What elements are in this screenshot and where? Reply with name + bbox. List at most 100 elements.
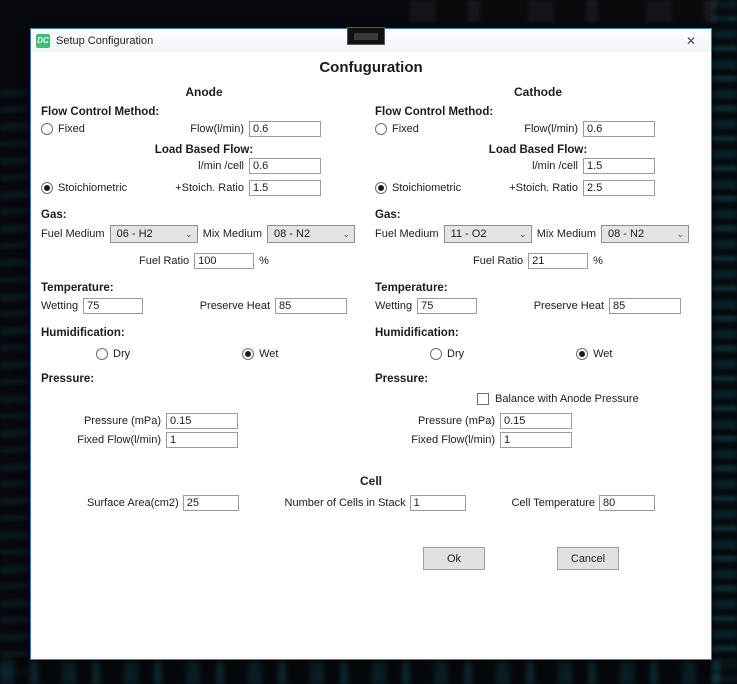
cathode-preserve-heat-input[interactable] <box>609 298 681 314</box>
cell-header: Cell <box>39 474 703 488</box>
cathode-flow-label: Flow(l/min) <box>524 123 578 135</box>
radio-icon <box>375 123 387 135</box>
anode-preserve-heat-label: Preserve Heat <box>200 300 270 312</box>
cathode-fuel-ratio-input[interactable] <box>528 253 588 269</box>
cathode-per-cell-label: l/min /cell <box>532 160 578 172</box>
anode-stoich-ratio-label: +Stoich. Ratio <box>175 182 244 194</box>
overlay-widget-handle <box>354 33 378 40</box>
anode-dry-label: Dry <box>113 348 130 360</box>
radio-icon <box>576 348 588 360</box>
anode-temperature-row: Wetting Preserve Heat <box>41 298 367 314</box>
anode-mix-medium-value: 08 - N2 <box>274 228 310 240</box>
radio-icon <box>242 348 254 360</box>
anode-flow-input[interactable] <box>249 121 321 137</box>
balance-with-anode-checkbox[interactable]: Balance with Anode Pressure <box>477 393 639 405</box>
cathode-dry-radio[interactable]: Dry <box>430 348 464 360</box>
anode-fuel-medium-select[interactable]: 06 - H2 ⌄ <box>110 225 198 243</box>
cathode-temperature-row: Wetting Preserve Heat <box>375 298 701 314</box>
cathode-pressure-input[interactable] <box>500 413 572 429</box>
anode-header: Anode <box>41 85 367 99</box>
radio-icon <box>375 182 387 194</box>
background-wallpaper-bottom <box>0 660 737 684</box>
background-wallpaper-top <box>410 0 730 22</box>
background-wallpaper-right <box>711 0 737 684</box>
setup-configuration-window: DC Setup Configuration ✕ Confuguration A… <box>30 28 712 660</box>
anode-wetting-label: Wetting <box>41 300 78 312</box>
cell-temperature-label: Cell Temperature <box>511 497 595 509</box>
app-icon: DC <box>36 34 50 48</box>
button-row: Ok Cancel <box>39 547 703 570</box>
cathode-stoich-ratio-input[interactable] <box>583 180 655 196</box>
anode-preserve-heat-input[interactable] <box>275 298 347 314</box>
cell-row: Surface Area(cm2) Number of Cells in Sta… <box>39 495 703 511</box>
cells-in-stack-input[interactable] <box>410 495 466 511</box>
cathode-fuel-medium-select[interactable]: 11 - O2 ⌄ <box>444 225 532 243</box>
cancel-button[interactable]: Cancel <box>557 547 619 570</box>
cathode-humidification-label: Humidification: <box>375 327 701 339</box>
anode-flow-control-label: Flow Control Method: <box>41 106 367 118</box>
cathode-fuel-ratio-row: Fuel Ratio % <box>375 253 701 269</box>
anode-per-cell-label: l/min /cell <box>198 160 244 172</box>
anode-fuel-ratio-input[interactable] <box>194 253 254 269</box>
cathode-fuel-medium-value: 11 - O2 <box>451 228 487 240</box>
cathode-wetting-label: Wetting <box>375 300 412 312</box>
anode-fuel-ratio-row: Fuel Ratio % <box>41 253 367 269</box>
screen-overlay-widget[interactable] <box>347 27 385 45</box>
radio-icon <box>41 182 53 194</box>
cathode-flow-input[interactable] <box>583 121 655 137</box>
cathode-fixed-radio[interactable]: Fixed <box>375 123 419 135</box>
cathode-mix-medium-select[interactable]: 08 - N2 ⌄ <box>601 225 689 243</box>
cathode-wet-radio[interactable]: Wet <box>576 348 612 360</box>
anode-pressure-input[interactable] <box>166 413 238 429</box>
cathode-balance-row: Balance with Anode Pressure <box>375 390 701 408</box>
background-wallpaper-left <box>0 90 30 684</box>
anode-dry-radio[interactable]: Dry <box>96 348 130 360</box>
anode-wetting-input[interactable] <box>83 298 143 314</box>
cathode-fuel-medium-label: Fuel Medium <box>375 228 439 240</box>
anode-fixed-row: Fixed Flow(l/min) <box>41 121 367 137</box>
surface-area-label: Surface Area(cm2) <box>87 497 179 509</box>
cathode-load-based-label: Load Based Flow: <box>375 144 701 156</box>
cathode-preserve-heat-label: Preserve Heat <box>534 300 604 312</box>
window-title: Setup Configuration <box>56 35 153 47</box>
anode-pressure-label: Pressure: <box>41 373 367 385</box>
anode-fixed-radio[interactable]: Fixed <box>41 123 85 135</box>
cathode-gas-label: Gas: <box>375 209 701 221</box>
anode-per-cell-input[interactable] <box>249 158 321 174</box>
cathode-fixed-flow-input[interactable] <box>500 432 572 448</box>
cell-temperature-input[interactable] <box>599 495 655 511</box>
cathode-stoichiometric-radio[interactable]: Stoichiometric <box>375 182 461 194</box>
cathode-pressure-field-label: Pressure (mPa) <box>375 415 495 427</box>
cathode-wet-label: Wet <box>593 348 612 360</box>
dialog-content: Confuguration Anode Flow Control Method:… <box>31 52 711 570</box>
anode-fixed-flow-row: Fixed Flow(l/min) <box>41 432 367 448</box>
anode-mix-medium-select[interactable]: 08 - N2 ⌄ <box>267 225 355 243</box>
cathode-dry-label: Dry <box>447 348 464 360</box>
anode-wet-radio[interactable]: Wet <box>242 348 278 360</box>
cathode-mix-medium-value: 08 - N2 <box>608 228 644 240</box>
cathode-fuel-ratio-label: Fuel Ratio <box>473 255 523 267</box>
cathode-medium-row: Fuel Medium 11 - O2 ⌄ Mix Medium 08 - N2… <box>375 225 701 243</box>
cathode-flow-control-label: Flow Control Method: <box>375 106 701 118</box>
surface-area-input[interactable] <box>183 495 239 511</box>
close-icon[interactable]: ✕ <box>676 30 706 51</box>
cathode-fixed-label: Fixed <box>392 123 419 135</box>
cathode-fixed-flow-row: Fixed Flow(l/min) <box>375 432 701 448</box>
anode-pressure-spacer <box>41 390 367 408</box>
cells-in-stack-label: Number of Cells in Stack <box>285 497 406 509</box>
ok-button[interactable]: Ok <box>423 547 485 570</box>
anode-per-cell-row: l/min /cell <box>41 158 367 174</box>
cathode-per-cell-input[interactable] <box>583 158 655 174</box>
anode-stoich-ratio-input[interactable] <box>249 180 321 196</box>
anode-pressure-row: Pressure (mPa) <box>41 413 367 429</box>
anode-stoichiometric-radio[interactable]: Stoichiometric <box>41 182 127 194</box>
anode-flow-label: Flow(l/min) <box>190 123 244 135</box>
cathode-wetting-input[interactable] <box>417 298 477 314</box>
cathode-mix-medium-label: Mix Medium <box>537 228 596 240</box>
anode-humidification-row: Dry Wet <box>41 348 367 360</box>
anode-stoichiometric-label: Stoichiometric <box>58 182 127 194</box>
anode-stoich-row: Stoichiometric +Stoich. Ratio <box>41 180 367 196</box>
anode-mix-medium-label: Mix Medium <box>203 228 262 240</box>
columns: Anode Flow Control Method: Fixed Flow(l/… <box>39 78 703 451</box>
anode-fixed-flow-input[interactable] <box>166 432 238 448</box>
